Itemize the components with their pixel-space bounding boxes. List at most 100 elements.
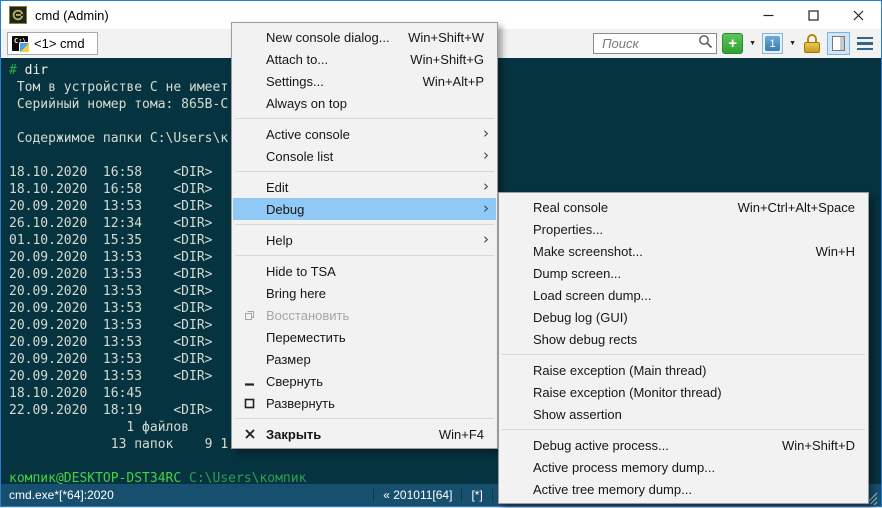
status-process: cmd.exe*[*64]:2020 (3, 488, 120, 502)
system-context-menu: New console dialog... Win+Shift+W Attach t… (231, 22, 498, 449)
console-list-dropdown-icon[interactable]: ▼ (788, 40, 797, 47)
search-box[interactable] (593, 33, 717, 54)
close-button[interactable] (836, 1, 881, 29)
menu-item-debug-active-process[interactable]: Debug active process... Win+Shift+D (500, 434, 867, 456)
menu-item-edit[interactable]: Edit› (233, 176, 496, 198)
lock-icon[interactable] (804, 34, 820, 53)
menu-item-real-console[interactable]: Real console Win+Ctrl+Alt+Space (500, 196, 867, 218)
menu-item-label: Help (266, 233, 293, 248)
menu-item-always-on-top[interactable]: Always on top (233, 92, 496, 114)
menu-item-label: Свернуть (266, 374, 323, 389)
menu-item-raise-exception-monitor-thread[interactable]: Raise exception (Monitor thread) (500, 381, 867, 403)
menu-item-shortcut: Win+H (816, 244, 855, 259)
minimize-button[interactable] (746, 1, 791, 29)
menu-separator (235, 224, 494, 225)
menu-item-развернуть[interactable]: Развернуть (233, 392, 496, 414)
menu-item-help[interactable]: Help › (233, 229, 496, 251)
search-input[interactable] (600, 35, 698, 52)
menu-item-label: Bring here (266, 286, 326, 301)
menu-item-восстановить: Восстановить (233, 304, 496, 326)
submenu-arrow-icon: › (483, 201, 489, 216)
menu-item-закрыть[interactable]: ЗакрытьWin+F4 (233, 423, 496, 445)
menu-item-label: Active process memory dump... (533, 460, 715, 475)
menu-item-attach-to[interactable]: Attach to...Win+Shift+G (233, 48, 496, 70)
menu-item-show-debug-rects[interactable]: Show debug rects (500, 328, 867, 350)
tab-cmd[interactable]: C:\ <1> cmd (7, 32, 98, 55)
menu-item-dump-screen[interactable]: Dump screen... (500, 262, 867, 284)
menu-item-label: Properties... (533, 222, 603, 237)
menu-separator (235, 171, 494, 172)
active-console-button[interactable]: 1 (762, 33, 783, 54)
minimize-icon (233, 376, 266, 387)
window-shape-icon (832, 36, 845, 51)
menu-item-debug-log-gui[interactable]: Debug log (GUI) (500, 306, 867, 328)
menu-item-label: Debug (266, 202, 304, 217)
menu-item-свернуть[interactable]: Свернуть (233, 370, 496, 392)
menu-item-label: Raise exception (Monitor thread) (533, 385, 722, 400)
menu-item-shortcut: Win+F4 (439, 427, 484, 442)
menu-item-переместить[interactable]: Переместить (233, 326, 496, 348)
menu-item-label: Active console (266, 127, 350, 142)
menu-item-hide-to-tsa[interactable]: Hide to TSA (233, 260, 496, 282)
menu-item-label: Восстановить (266, 308, 349, 323)
menu-item-debug[interactable]: Debug › (233, 198, 496, 220)
menu-item-label: Raise exception (Main thread) (533, 363, 706, 378)
menu-item-active-console[interactable]: Active console › (233, 123, 496, 145)
menu-item-label: Show debug rects (533, 332, 637, 347)
status-segment: « 201011[64] (373, 488, 461, 502)
menu-separator (235, 118, 494, 119)
menu-item-properties[interactable]: Properties... (500, 218, 867, 240)
menu-item-load-screen-dump[interactable]: Load screen dump... (500, 284, 867, 306)
menu-item-label: Always on top (266, 96, 347, 111)
menu-item-console-list[interactable]: Console list› (233, 145, 496, 167)
menu-item-label: Settings... (266, 74, 324, 89)
window-controls (746, 1, 881, 29)
debug-submenu: Real console Win+Ctrl+Alt+Space Properties… (498, 192, 869, 504)
menu-item-label: Show assertion (533, 407, 622, 422)
menu-item-raise-exception-main-thread[interactable]: Raise exception (Main thread) (500, 359, 867, 381)
menu-item-label: Real console (533, 200, 608, 215)
menu-item-active-tree-memory-dump[interactable]: Active tree memory dump... (500, 478, 867, 500)
menu-separator (502, 429, 865, 430)
menu-item-label: Debug active process... (533, 438, 669, 453)
menu-item-show-assertion[interactable]: Show assertion (500, 403, 867, 425)
menu-item-label: Развернуть (266, 396, 335, 411)
conemu-logo-icon[interactable] (9, 6, 27, 24)
submenu-arrow-icon: › (483, 232, 489, 247)
conemu-window: cmd (Admin) C:\ <1> cmd (0, 0, 882, 507)
menu-separator (502, 354, 865, 355)
new-console-dropdown-icon[interactable]: ▼ (748, 40, 757, 47)
console-number: 1 (765, 36, 780, 51)
menu-separator (235, 418, 494, 419)
new-console-button[interactable]: + (722, 33, 743, 54)
menu-item-label: Dump screen... (533, 266, 621, 281)
console-view-toggle-button[interactable] (827, 32, 850, 55)
status-segment: [*] (461, 488, 491, 502)
menu-item-bring-here[interactable]: Bring here (233, 282, 496, 304)
menu-item-active-process-memory-dump[interactable]: Active process memory dump... (500, 456, 867, 478)
menu-item-new-console-dialog[interactable]: New console dialog... Win+Shift+W (233, 26, 496, 48)
menu-item-make-screenshot[interactable]: Make screenshot...Win+H (500, 240, 867, 262)
menu-item-размер[interactable]: Размер (233, 348, 496, 370)
window-title: cmd (Admin) (35, 8, 738, 23)
menu-separator (235, 255, 494, 256)
menu-item-label: Переместить (266, 330, 346, 345)
menu-item-label: Active tree memory dump... (533, 482, 692, 497)
menu-item-shortcut: Win+Shift+D (782, 438, 855, 453)
menu-item-label: Edit (266, 180, 288, 195)
close-icon (233, 429, 266, 439)
menu-item-settings[interactable]: Settings...Win+Alt+P (233, 70, 496, 92)
restore-icon (233, 310, 266, 321)
menu-item-shortcut: Win+Shift+W (408, 30, 484, 45)
menu-item-label: Размер (266, 352, 311, 367)
menu-item-label: Debug log (GUI) (533, 310, 628, 325)
submenu-arrow-icon: › (483, 148, 489, 163)
main-menu-hamburger-icon[interactable] (855, 37, 875, 51)
menu-item-shortcut: Win+Ctrl+Alt+Space (738, 200, 855, 215)
maximize-button[interactable] (791, 1, 836, 29)
menu-item-label: New console dialog... (266, 30, 390, 45)
menu-item-label: Hide to TSA (266, 264, 336, 279)
submenu-arrow-icon: › (483, 126, 489, 141)
search-icon[interactable] (698, 34, 713, 54)
menu-item-label: Load screen dump... (533, 288, 652, 303)
